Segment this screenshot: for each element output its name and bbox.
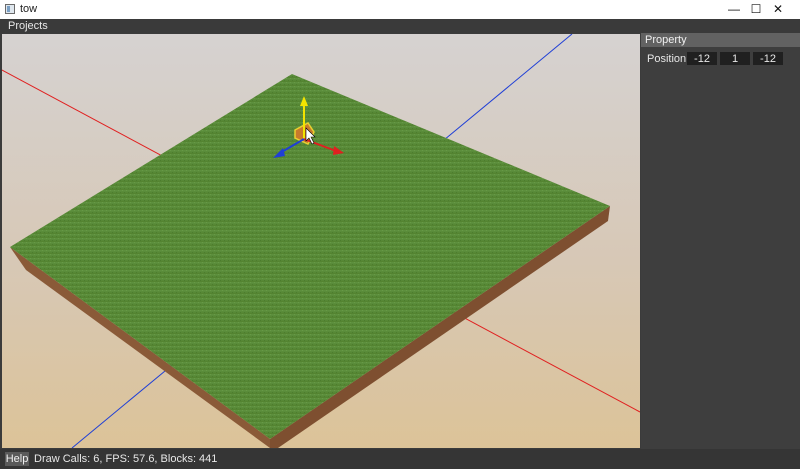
property-panel: Property Position bbox=[641, 33, 800, 449]
help-button[interactable]: Help bbox=[5, 452, 29, 466]
status-bar: Help Draw Calls: 6, FPS: 57.6, Blocks: 4… bbox=[0, 449, 800, 469]
scene-canvas[interactable] bbox=[2, 34, 640, 448]
position-x-field[interactable] bbox=[687, 52, 717, 65]
menu-bar: Projects bbox=[0, 19, 800, 33]
position-y-field[interactable] bbox=[720, 52, 750, 65]
scene-viewport[interactable] bbox=[2, 34, 640, 448]
property-panel-header: Property bbox=[641, 33, 800, 47]
position-label: Position bbox=[647, 53, 687, 65]
menu-projects[interactable]: Projects bbox=[8, 20, 48, 32]
window-titlebar[interactable]: tow — ☐ ✕ bbox=[0, 0, 800, 19]
app-icon bbox=[5, 4, 15, 14]
close-button[interactable]: ✕ bbox=[756, 0, 800, 19]
position-z-field[interactable] bbox=[753, 52, 783, 65]
status-text: Draw Calls: 6, FPS: 57.6, Blocks: 441 bbox=[34, 453, 218, 465]
window-title: tow bbox=[20, 3, 38, 15]
